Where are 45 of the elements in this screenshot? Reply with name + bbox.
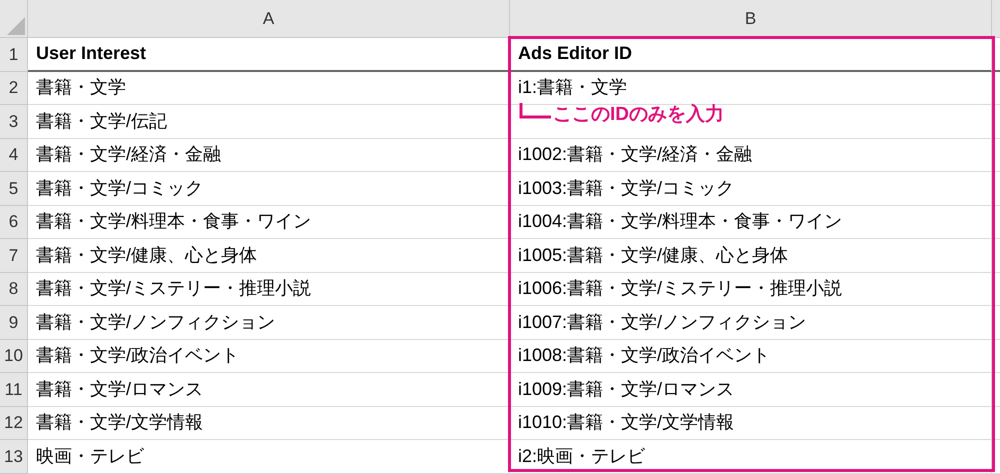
- select-all-corner[interactable]: [0, 0, 28, 38]
- row-header[interactable]: 9: [0, 306, 28, 340]
- table-cell: i1009:書籍・文学/ロマンス: [510, 373, 992, 406]
- table-cell: i1006:書籍・文学/ミステリー・推理小説: [510, 272, 992, 306]
- column-header[interactable]: B: [510, 0, 992, 38]
- column-title: Ads Editor ID: [510, 38, 992, 72]
- table-cell: 映画・テレビ: [28, 440, 510, 474]
- row-header[interactable]: 1: [0, 38, 28, 72]
- bracket-line: [519, 103, 551, 119]
- table-cell: 書籍・文学/コミック: [28, 172, 510, 206]
- table-cell: i1002:書籍・文学/経済・金融: [510, 138, 992, 172]
- row-header[interactable]: 8: [0, 272, 28, 306]
- row-header[interactable]: 5: [0, 172, 28, 206]
- table-cell: 書籍・文学/伝記: [28, 105, 510, 138]
- table-cell: 書籍・文学/ミステリー・推理小説: [28, 272, 510, 306]
- table-cell: 書籍・文学/健康、心と身体: [28, 239, 510, 272]
- row-header[interactable]: 3: [0, 105, 28, 138]
- row-header[interactable]: 13: [0, 440, 28, 474]
- annotation-text: ここのIDのみを入力: [553, 105, 724, 124]
- table-cell: i1005:書籍・文学/健康、心と身体: [510, 239, 992, 272]
- column-header[interactable]: A: [28, 0, 510, 38]
- table-cell: 書籍・文学/ロマンス: [28, 373, 510, 406]
- row-header[interactable]: 10: [0, 340, 28, 373]
- row-header[interactable]: 12: [0, 406, 28, 440]
- corner-triangle-icon: [7, 17, 25, 35]
- table-cell: i1003:書籍・文学/コミック: [510, 172, 992, 206]
- table-cell: i1008:書籍・文学/政治イベント: [510, 340, 992, 373]
- column-title: User Interest: [28, 38, 510, 72]
- row-header[interactable]: 4: [0, 138, 28, 172]
- table-cell: 書籍・文学/料理本・食事・ワイン: [28, 206, 510, 239]
- table-cell: i1004:書籍・文学/料理本・食事・ワイン: [510, 206, 992, 239]
- table-cell: i2:映画・テレビ: [510, 440, 992, 474]
- column-header[interactable]: [992, 0, 1000, 38]
- row-header[interactable]: 2: [0, 72, 28, 105]
- table-cell: i1010:書籍・文学/文学情報: [510, 406, 992, 440]
- table-cell: i1:書籍・文学: [510, 72, 992, 105]
- row-header[interactable]: 11: [0, 373, 28, 406]
- table-cell: 書籍・文学: [28, 72, 510, 105]
- table-cell: 書籍・文学/政治イベント: [28, 340, 510, 373]
- row-header[interactable]: 6: [0, 206, 28, 239]
- table-cell: 書籍・文学/ノンフィクション: [28, 306, 510, 340]
- table-cell: i1007:書籍・文学/ノンフィクション: [510, 306, 992, 340]
- table-cell: 書籍・文学/経済・金融: [28, 138, 510, 172]
- row-header[interactable]: 7: [0, 239, 28, 272]
- table-cell: 書籍・文学/文学情報: [28, 406, 510, 440]
